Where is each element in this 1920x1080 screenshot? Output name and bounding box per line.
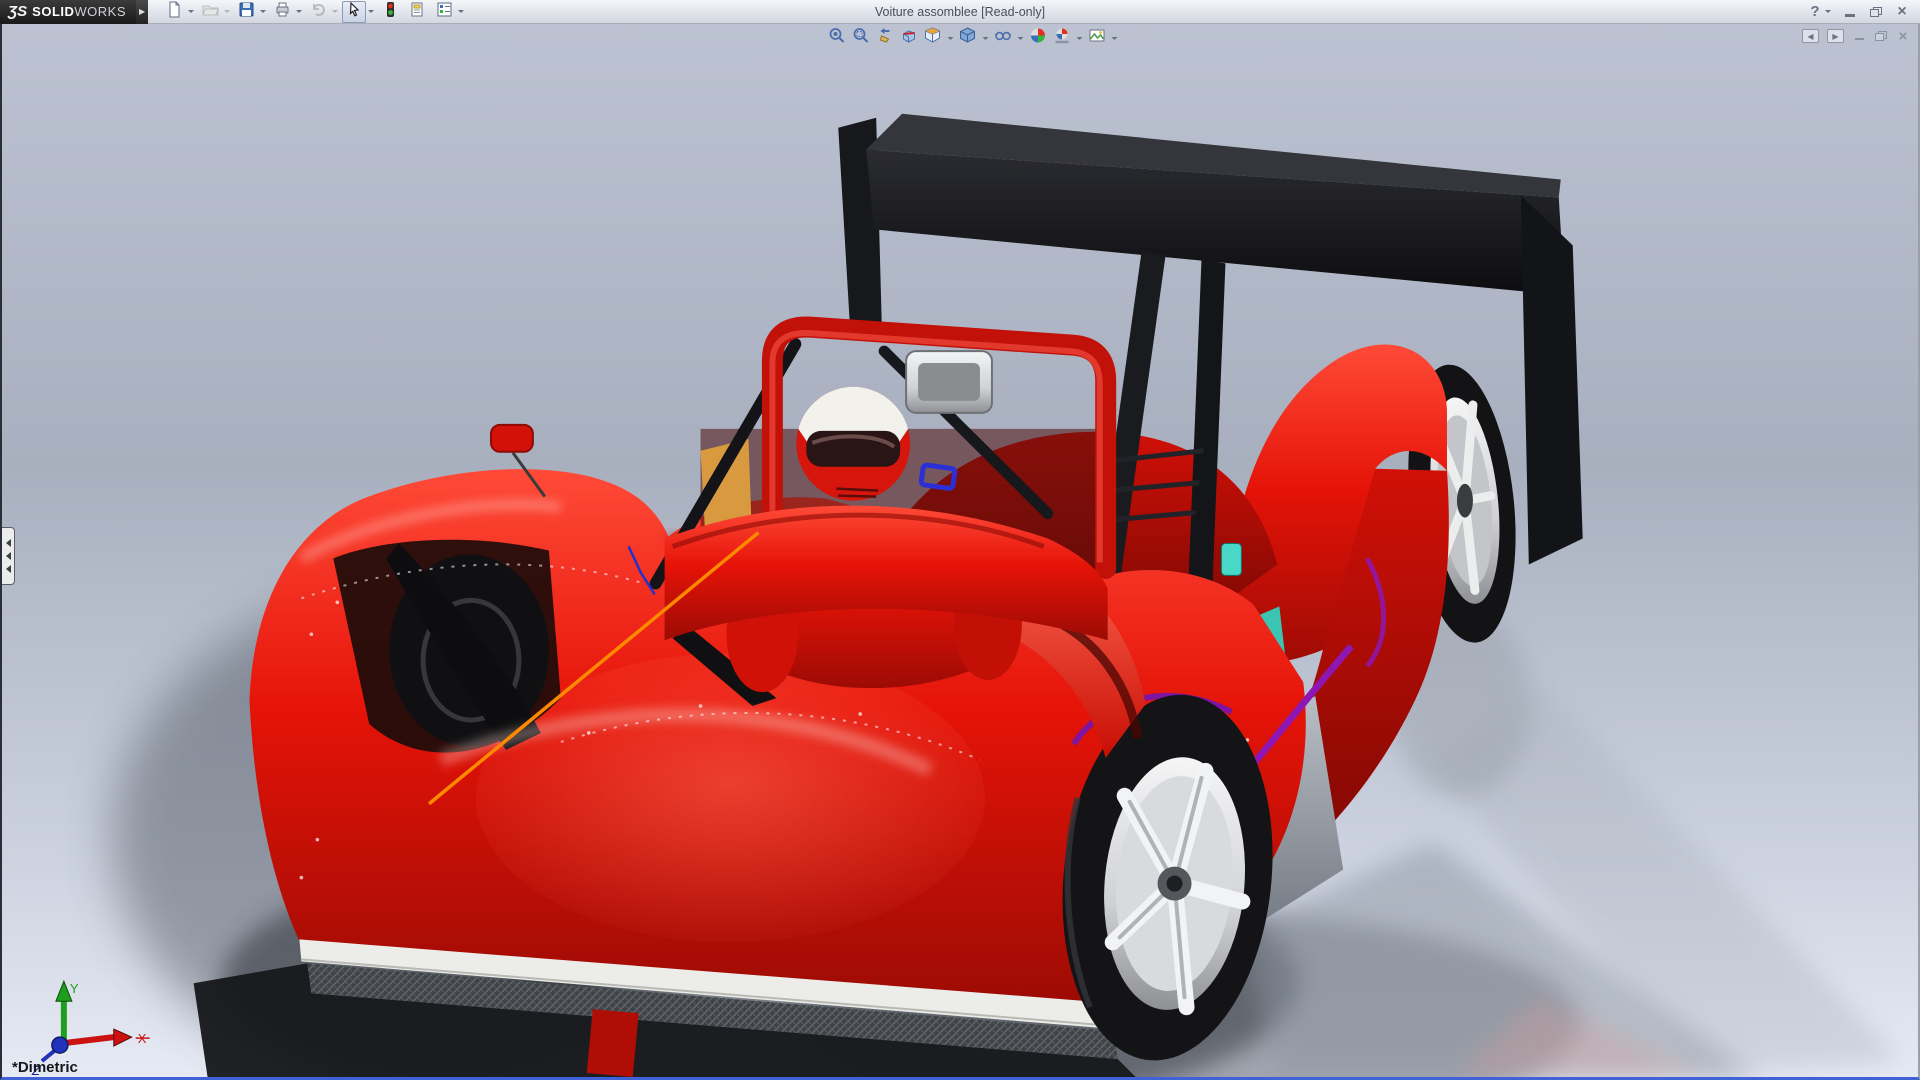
select-cursor-icon (346, 1, 363, 23)
previous-view-icon (876, 27, 893, 49)
save-button[interactable] (234, 1, 258, 23)
print-button[interactable] (270, 1, 294, 23)
apply-scene-icon (1053, 27, 1070, 49)
open-document-dropdown (222, 1, 231, 23)
options-dropdown[interactable] (456, 1, 465, 23)
print-dropdown[interactable] (294, 1, 303, 23)
restore-document-button[interactable] (1874, 29, 1888, 43)
new-document-button[interactable] (162, 1, 186, 23)
view-orientation-button[interactable] (922, 28, 944, 48)
undo-dropdown (330, 1, 339, 23)
view-orientation-icon (924, 27, 941, 49)
close-document-button[interactable]: × (1896, 29, 1910, 43)
zoom-to-fit-button[interactable] (826, 28, 848, 48)
logo-flyout-arrow[interactable]: ▶ (136, 0, 148, 24)
minimize-button[interactable] (1842, 4, 1858, 20)
triad-y-label: Y (70, 981, 79, 996)
document-window-controls: ◀ ▶ × (1802, 29, 1910, 43)
edit-appearance-button[interactable] (1027, 28, 1049, 48)
apply-scene-button[interactable] (1051, 28, 1073, 48)
file-properties-icon (409, 1, 426, 23)
zoom-to-area-icon (852, 27, 869, 49)
rebuild-traffic-light-icon (382, 1, 399, 23)
save-dropdown[interactable] (258, 1, 267, 23)
view-settings-dropdown[interactable] (1110, 27, 1119, 49)
graphics-viewport[interactable]: X Y Z ◀ ▶ × *Dimetric (0, 24, 1920, 1080)
select-cursor-button[interactable] (342, 1, 366, 23)
undo-icon (310, 1, 327, 23)
window-controls: ? × (1807, 1, 1920, 23)
collapse-pane-right-button[interactable]: ▶ (1827, 29, 1844, 43)
edit-appearance-icon (1029, 27, 1046, 49)
new-document-icon (166, 1, 183, 23)
3ds-logo-mark: ƷS (8, 3, 27, 20)
open-document-button (198, 1, 222, 23)
hide-show-items-dropdown[interactable] (1016, 27, 1025, 49)
display-style-button[interactable] (957, 28, 979, 48)
options-icon (436, 1, 453, 23)
file-properties-button[interactable] (405, 1, 429, 23)
solidworks-logo: ƷS SOLIDWORKS (0, 0, 136, 24)
options-button[interactable] (432, 1, 456, 23)
section-view-button[interactable] (898, 28, 920, 48)
driver-helmet (796, 387, 910, 501)
print-icon (274, 1, 291, 23)
main-toolbar (162, 1, 467, 23)
select-cursor-dropdown[interactable] (366, 1, 375, 23)
open-document-icon (202, 1, 219, 23)
rear-view-mirror[interactable] (906, 351, 992, 413)
hide-show-items-button[interactable] (992, 28, 1014, 48)
view-orientation-label: *Dimetric (12, 1059, 78, 1076)
display-style-dropdown[interactable] (981, 27, 990, 49)
help-dropdown[interactable] (1823, 1, 1832, 23)
view-settings-button[interactable] (1086, 28, 1108, 48)
zoom-to-fit-icon (828, 27, 845, 49)
zoom-to-area-button[interactable] (850, 28, 872, 48)
close-button[interactable]: × (1894, 4, 1910, 20)
rebuild-traffic-light-button[interactable] (378, 1, 402, 23)
section-view-icon (900, 27, 917, 49)
apply-scene-dropdown[interactable] (1075, 27, 1084, 49)
heads-up-view-toolbar (826, 27, 1119, 49)
minimize-document-button[interactable] (1852, 29, 1866, 43)
restore-button[interactable] (1868, 4, 1884, 20)
display-style-icon (959, 27, 976, 49)
viewport-canvas[interactable]: X Y Z (2, 24, 1918, 1077)
undo-button (306, 1, 330, 23)
help-button[interactable]: ? (1807, 4, 1823, 20)
view-settings-icon (1088, 27, 1105, 49)
new-document-dropdown[interactable] (186, 1, 195, 23)
view-orientation-dropdown[interactable] (946, 27, 955, 49)
title-bar: ƷS SOLIDWORKS ▶ Voiture assomblee [Read-… (0, 0, 1920, 24)
save-icon (238, 1, 255, 23)
hide-show-items-icon (994, 27, 1011, 49)
previous-view-button[interactable] (874, 28, 896, 48)
feature-tree-collapsed-tab[interactable] (2, 527, 15, 585)
collapse-pane-left-button[interactable]: ◀ (1802, 29, 1819, 43)
